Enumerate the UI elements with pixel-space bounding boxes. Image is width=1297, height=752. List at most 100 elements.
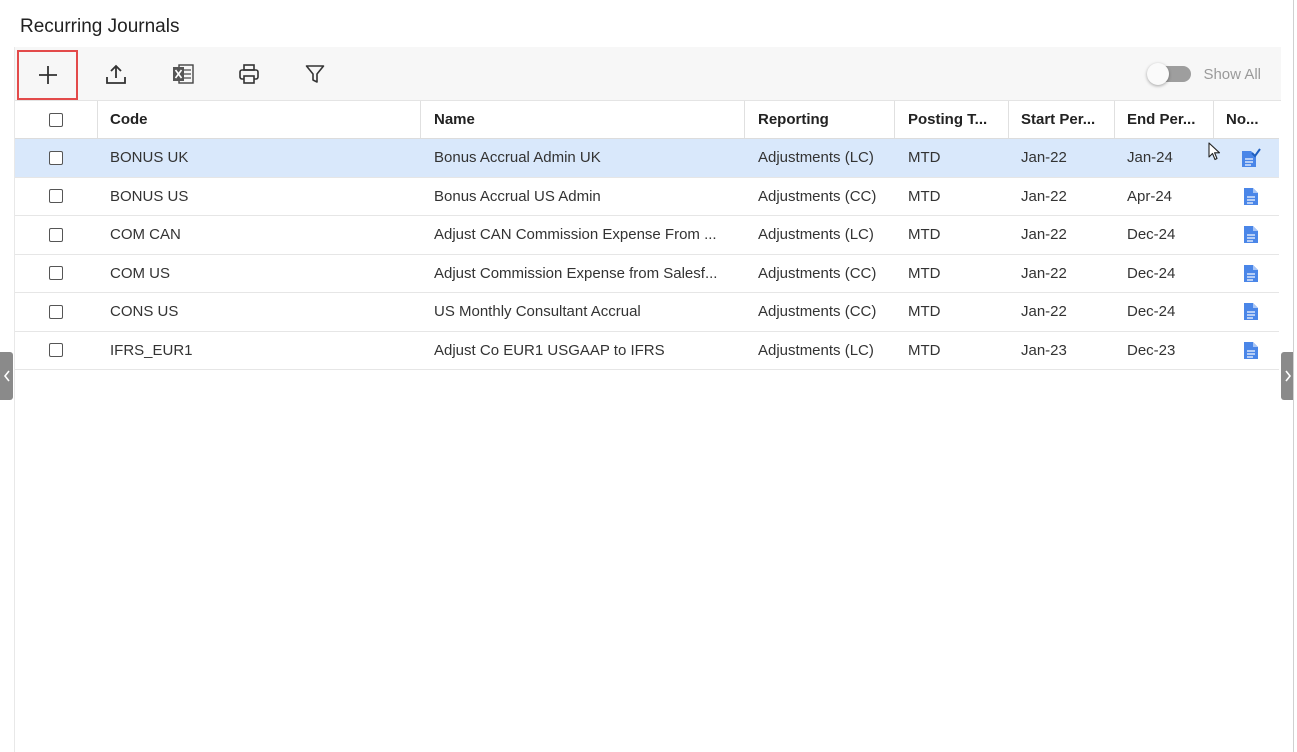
row-code: BONUS UK — [110, 149, 189, 167]
print-button[interactable] — [220, 47, 278, 101]
row-posting-type: MTD — [908, 187, 941, 205]
row-reporting: Adjustments (CC) — [758, 264, 877, 282]
mouse-cursor-icon — [1208, 142, 1221, 161]
column-header-start-period[interactable]: Start Per... — [1021, 101, 1116, 138]
journals-grid: Code Name Reporting Posting T... Start P… — [15, 101, 1279, 370]
column-divider — [420, 101, 421, 138]
row-name: Adjust Commission Expense from Salesf... — [434, 264, 718, 282]
show-all-label: Show All — [1203, 65, 1261, 83]
row-notes-cell — [1226, 216, 1276, 254]
table-row[interactable]: BONUS US Bonus Accrual US Admin Adjustment… — [15, 178, 1279, 216]
row-posting-type: MTD — [908, 149, 941, 167]
table-row[interactable]: IFRS_EUR1 Adjust Co EUR1 USGAAP to IFRS Ad… — [15, 332, 1279, 370]
row-name: Adjust CAN Commission Expense From ... — [434, 226, 717, 244]
table-row[interactable]: CONS US US Monthly Consultant Accrual Adju… — [15, 293, 1279, 332]
row-select-cell — [15, 139, 97, 177]
add-button[interactable] — [17, 50, 78, 100]
select-all-checkbox[interactable] — [49, 112, 63, 127]
row-reporting: Adjustments (CC) — [758, 187, 877, 205]
row-start-period: Jan-22 — [1021, 149, 1067, 167]
row-reporting: Adjustments (LC) — [758, 226, 874, 244]
table-row[interactable]: COM CAN Adjust CAN Commission Expense Fro… — [15, 216, 1279, 255]
row-select-cell — [15, 216, 97, 254]
row-posting-type: MTD — [908, 264, 941, 282]
window-border — [1293, 0, 1294, 752]
row-select-cell — [15, 178, 97, 216]
toolbar: Show All — [15, 47, 1281, 101]
row-notes-cell — [1226, 139, 1276, 177]
row-posting-type: MTD — [908, 226, 941, 244]
column-header-code[interactable]: Code — [110, 101, 420, 138]
chevron-right-icon — [1284, 370, 1291, 382]
row-start-period: Jan-23 — [1021, 341, 1067, 359]
row-code: BONUS US — [110, 187, 189, 205]
select-all-cell — [15, 101, 97, 138]
excel-button[interactable] — [154, 47, 212, 101]
row-start-period: Jan-22 — [1021, 264, 1067, 282]
column-header-end-period[interactable]: End Per... — [1127, 101, 1217, 138]
column-divider — [1114, 101, 1115, 138]
row-notes-cell — [1226, 255, 1276, 293]
document-check-icon[interactable] — [1241, 148, 1261, 168]
column-divider — [744, 101, 745, 138]
printer-icon — [239, 64, 259, 84]
plus-icon — [38, 66, 57, 84]
row-end-period: Dec-24 — [1127, 264, 1176, 282]
show-all-toggle[interactable]: Show All — [1147, 63, 1261, 85]
page-title: Recurring Journals — [20, 16, 180, 37]
table-row[interactable]: BONUS UK Bonus Accrual Admin UK Adjustment… — [15, 139, 1279, 178]
left-panel-toggle[interactable] — [0, 352, 13, 400]
column-divider — [97, 101, 98, 138]
filter-icon — [305, 65, 325, 83]
row-name: US Monthly Consultant Accrual — [434, 303, 641, 321]
column-header-notes[interactable]: No... — [1226, 101, 1276, 138]
row-notes-cell — [1226, 332, 1276, 370]
row-posting-type: MTD — [908, 303, 941, 321]
row-start-period: Jan-22 — [1021, 303, 1067, 321]
row-end-period: Jan-24 — [1127, 149, 1173, 167]
column-header-posting-type[interactable]: Posting T... — [908, 101, 1003, 138]
table-row[interactable]: COM US Adjust Commission Expense from Sal… — [15, 255, 1279, 293]
row-end-period: Dec-24 — [1127, 303, 1176, 321]
toggle-switch[interactable] — [1147, 63, 1192, 85]
column-header-name[interactable]: Name — [434, 101, 744, 138]
document-icon[interactable] — [1243, 225, 1259, 244]
row-checkbox[interactable] — [49, 227, 63, 242]
upload-button[interactable] — [87, 47, 145, 101]
row-end-period: Dec-23 — [1127, 341, 1176, 359]
excel-icon — [173, 64, 194, 84]
grid-header: Code Name Reporting Posting T... Start P… — [15, 101, 1279, 139]
document-icon[interactable] — [1243, 302, 1259, 321]
row-notes-cell — [1226, 293, 1276, 331]
chevron-left-icon — [3, 370, 10, 382]
document-icon[interactable] — [1243, 264, 1259, 283]
row-checkbox[interactable] — [49, 150, 63, 165]
upload-icon — [106, 64, 126, 84]
row-checkbox[interactable] — [49, 304, 63, 319]
document-icon[interactable] — [1243, 187, 1259, 206]
row-reporting: Adjustments (LC) — [758, 341, 874, 359]
row-checkbox[interactable] — [49, 343, 63, 358]
row-code: COM CAN — [110, 226, 181, 244]
row-start-period: Jan-22 — [1021, 226, 1067, 244]
row-name: Bonus Accrual US Admin — [434, 187, 601, 205]
row-end-period: Dec-24 — [1127, 226, 1176, 244]
filter-button[interactable] — [286, 47, 344, 101]
column-divider — [1213, 101, 1214, 138]
row-select-cell — [15, 255, 97, 293]
row-start-period: Jan-22 — [1021, 187, 1067, 205]
row-code: COM US — [110, 264, 170, 282]
row-name: Bonus Accrual Admin UK — [434, 149, 601, 167]
row-select-cell — [15, 332, 97, 370]
document-icon[interactable] — [1243, 341, 1259, 360]
row-select-cell — [15, 293, 97, 331]
column-header-reporting[interactable]: Reporting — [758, 101, 898, 138]
row-checkbox[interactable] — [49, 266, 63, 281]
row-reporting: Adjustments (LC) — [758, 149, 874, 167]
row-code: CONS US — [110, 303, 179, 321]
row-name: Adjust Co EUR1 USGAAP to IFRS — [434, 341, 665, 359]
row-code: IFRS_EUR1 — [110, 341, 193, 359]
row-checkbox[interactable] — [49, 189, 63, 204]
row-posting-type: MTD — [908, 341, 941, 359]
row-reporting: Adjustments (CC) — [758, 303, 877, 321]
